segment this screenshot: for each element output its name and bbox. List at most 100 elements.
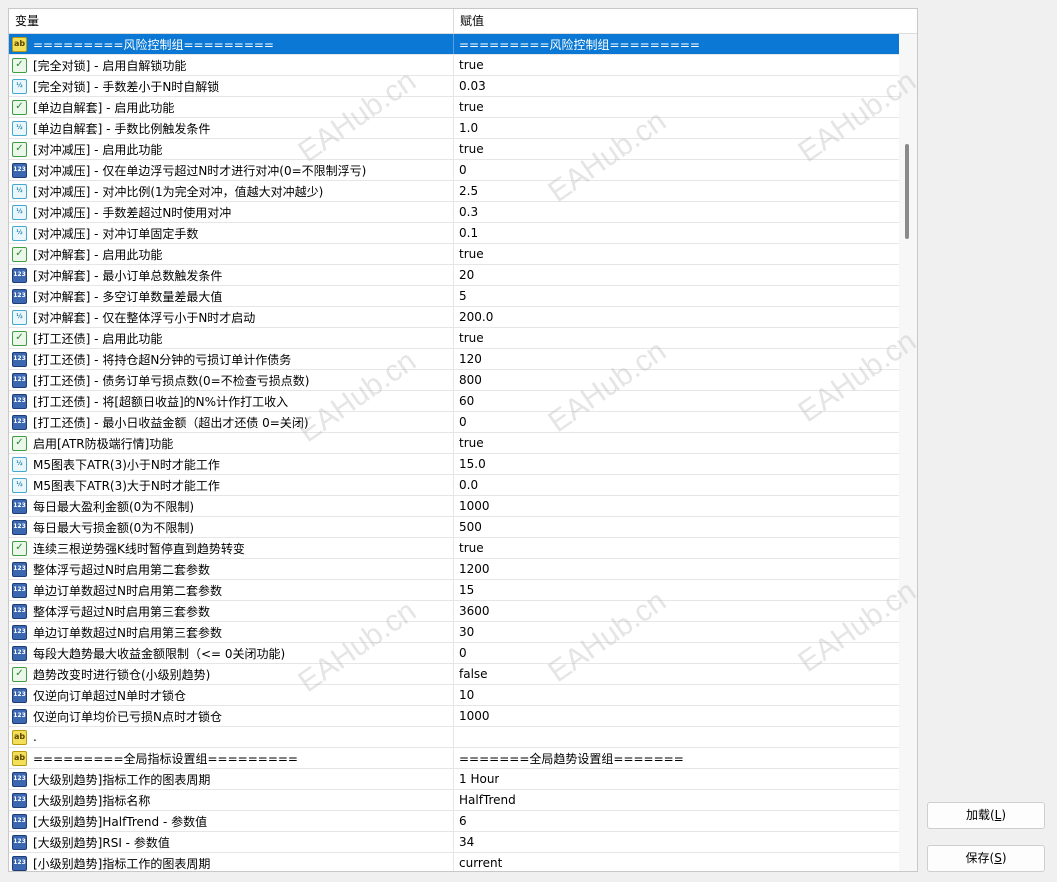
value-cell[interactable]: 1.0	[454, 118, 478, 138]
value-cell[interactable]: 120	[454, 349, 482, 369]
column-header-value[interactable]: 赋值	[454, 9, 899, 33]
value-cell[interactable]: true	[454, 244, 484, 264]
value-cell[interactable]: 1 Hour	[454, 769, 499, 789]
table-row[interactable]: ✓ 趋势改变时进行锁仓(小级别趋势) false	[9, 664, 900, 685]
save-button[interactable]: 保存(S)	[927, 845, 1045, 872]
variable-cell[interactable]: 123 整体浮亏超过N时启用第二套参数	[9, 559, 454, 579]
variable-cell[interactable]: ½ M5图表下ATR(3)小于N时才能工作	[9, 454, 454, 474]
table-row[interactable]: ✓ [对冲减压] - 启用此功能 true	[9, 139, 900, 160]
variable-cell[interactable]: ✓ [单边自解套] - 启用此功能	[9, 97, 454, 117]
table-row[interactable]: ab =========全局指标设置组========= =======全局趋势设置…	[9, 748, 900, 769]
value-cell[interactable]: 1000	[454, 706, 490, 726]
table-row[interactable]: 123 [小级别趋势]指标工作的图表周期 current	[9, 853, 900, 871]
value-cell[interactable]: HalfTrend	[454, 790, 516, 810]
table-row[interactable]: 123 [对冲解套] - 最小订单总数触发条件 20	[9, 265, 900, 286]
value-cell[interactable]: 60	[454, 391, 474, 411]
load-button[interactable]: 加载(L)	[927, 802, 1045, 829]
variable-cell[interactable]: ✓ [对冲减压] - 启用此功能	[9, 139, 454, 159]
value-cell[interactable]: 800	[454, 370, 482, 390]
table-row[interactable]: ½ [单边自解套] - 手数比例触发条件 1.0	[9, 118, 900, 139]
table-row[interactable]: ½ [完全对锁] - 手数差小于N时自解锁 0.03	[9, 76, 900, 97]
value-cell[interactable]: true	[454, 538, 484, 558]
value-cell[interactable]: 10	[454, 685, 474, 705]
table-row[interactable]: 123 [对冲减压] - 仅在单边浮亏超过N时才进行对冲(0=不限制浮亏) 0	[9, 160, 900, 181]
variable-cell[interactable]: 123 单边订单数超过N时启用第三套参数	[9, 622, 454, 642]
table-row[interactable]: ½ [对冲减压] - 手数差超过N时使用对冲 0.3	[9, 202, 900, 223]
variable-cell[interactable]: ½ [完全对锁] - 手数差小于N时自解锁	[9, 76, 454, 96]
table-row[interactable]: 123 每日最大盈利金额(0为不限制) 1000	[9, 496, 900, 517]
variable-cell[interactable]: ✓ [完全对锁] - 启用自解锁功能	[9, 55, 454, 75]
table-row[interactable]: ✓ [打工还债] - 启用此功能 true	[9, 328, 900, 349]
table-row[interactable]: 123 [打工还债] - 将持仓超N分钟的亏损订单计作债务 120	[9, 349, 900, 370]
table-row[interactable]: 123 整体浮亏超过N时启用第三套参数 3600	[9, 601, 900, 622]
value-cell[interactable]: 3600	[454, 601, 490, 621]
value-cell[interactable]: 30	[454, 622, 474, 642]
table-row[interactable]: 123 仅逆向订单超过N单时才锁仓 10	[9, 685, 900, 706]
value-cell[interactable]: 15.0	[454, 454, 486, 474]
value-cell[interactable]: 0	[454, 412, 467, 432]
value-cell[interactable]: current	[454, 853, 502, 871]
variable-cell[interactable]: ✓ [打工还债] - 启用此功能	[9, 328, 454, 348]
variable-cell[interactable]: 123 每段大趋势最大收益金额限制（<= 0关闭功能)	[9, 643, 454, 663]
value-cell[interactable]: 200.0	[454, 307, 493, 327]
variable-cell[interactable]: ½ [对冲减压] - 对冲比例(1为完全对冲，值越大对冲越少)	[9, 181, 454, 201]
variable-cell[interactable]: ab =========风险控制组=========	[9, 34, 454, 54]
table-row[interactable]: ½ [对冲减压] - 对冲订单固定手数 0.1	[9, 223, 900, 244]
column-header-variable[interactable]: 变量	[9, 9, 454, 33]
table-row[interactable]: 123 仅逆向订单均价已亏损N点时才锁仓 1000	[9, 706, 900, 727]
table-row[interactable]: 123 每段大趋势最大收益金额限制（<= 0关闭功能) 0	[9, 643, 900, 664]
variable-cell[interactable]: 123 仅逆向订单均价已亏损N点时才锁仓	[9, 706, 454, 726]
table-row[interactable]: 123 [打工还债] - 将[超额日收益]的N%计作打工收入 60	[9, 391, 900, 412]
value-cell[interactable]: 0.1	[454, 223, 478, 243]
variable-cell[interactable]: 123 [对冲减压] - 仅在单边浮亏超过N时才进行对冲(0=不限制浮亏)	[9, 160, 454, 180]
table-row[interactable]: 123 [大级别趋势]指标名称 HalfTrend	[9, 790, 900, 811]
table-row[interactable]: 123 [对冲解套] - 多空订单数量差最大值 5	[9, 286, 900, 307]
variable-cell[interactable]: ab.	[9, 727, 454, 747]
variable-cell[interactable]: 123 [大级别趋势]指标工作的图表周期	[9, 769, 454, 789]
table-row[interactable]: 123 单边订单数超过N时启用第三套参数 30	[9, 622, 900, 643]
variable-cell[interactable]: 123 [小级别趋势]指标工作的图表周期	[9, 853, 454, 871]
variable-cell[interactable]: 123 仅逆向订单超过N单时才锁仓	[9, 685, 454, 705]
table-row[interactable]: ✓ 连续三根逆势强K线时暂停直到趋势转变 true	[9, 538, 900, 559]
variable-cell[interactable]: ✓ 连续三根逆势强K线时暂停直到趋势转变	[9, 538, 454, 558]
variable-cell[interactable]: 123 每日最大盈利金额(0为不限制)	[9, 496, 454, 516]
variable-cell[interactable]: 123 [大级别趋势]RSI - 参数值	[9, 832, 454, 852]
variable-cell[interactable]: 123 [大级别趋势]指标名称	[9, 790, 454, 810]
table-row[interactable]: ab =========风险控制组========= =========风险控制组=…	[9, 34, 900, 55]
vertical-scrollbar[interactable]	[899, 34, 917, 871]
value-cell[interactable]: 15	[454, 580, 474, 600]
table-row[interactable]: 123 [大级别趋势]RSI - 参数值 34	[9, 832, 900, 853]
variable-cell[interactable]: 123 单边订单数超过N时启用第二套参数	[9, 580, 454, 600]
table-row[interactable]: ✓ 启用[ATR防极端行情]功能 true	[9, 433, 900, 454]
table-row[interactable]: ½ [对冲减压] - 对冲比例(1为完全对冲，值越大对冲越少) 2.5	[9, 181, 900, 202]
value-cell[interactable]: 5	[454, 286, 467, 306]
scrollbar-thumb[interactable]	[905, 144, 909, 239]
table-row[interactable]: 123 整体浮亏超过N时启用第二套参数 1200	[9, 559, 900, 580]
value-cell[interactable]: 500	[454, 517, 482, 537]
value-cell[interactable]: 6	[454, 811, 467, 831]
value-cell[interactable]: 0	[454, 160, 467, 180]
table-row[interactable]: ✓ [单边自解套] - 启用此功能 true	[9, 97, 900, 118]
table-row[interactable]: ab.	[9, 727, 900, 748]
variable-cell[interactable]: ✓ 启用[ATR防极端行情]功能	[9, 433, 454, 453]
variable-cell[interactable]: 123 [打工还债] - 将[超额日收益]的N%计作打工收入	[9, 391, 454, 411]
variable-cell[interactable]: 123 每日最大亏损金额(0为不限制)	[9, 517, 454, 537]
table-row[interactable]: 123 [打工还债] - 债务订单亏损点数(0=不检查亏损点数) 800	[9, 370, 900, 391]
value-cell[interactable]: =========风险控制组=========	[454, 34, 700, 54]
variable-cell[interactable]: ½ M5图表下ATR(3)大于N时才能工作	[9, 475, 454, 495]
value-cell[interactable]	[454, 727, 459, 747]
variable-cell[interactable]: ✓ 趋势改变时进行锁仓(小级别趋势)	[9, 664, 454, 684]
variable-cell[interactable]: 123 [打工还债] - 最小日收益金额（超出才还债 0=关闭)	[9, 412, 454, 432]
value-cell[interactable]: 0.0	[454, 475, 478, 495]
value-cell[interactable]: 1200	[454, 559, 490, 579]
table-row[interactable]: ✓ [完全对锁] - 启用自解锁功能 true	[9, 55, 900, 76]
value-cell[interactable]: 20	[454, 265, 474, 285]
variable-cell[interactable]: 123 [对冲解套] - 多空订单数量差最大值	[9, 286, 454, 306]
variable-cell[interactable]: ½ [对冲减压] - 手数差超过N时使用对冲	[9, 202, 454, 222]
variable-cell[interactable]: 123 [打工还债] - 将持仓超N分钟的亏损订单计作债务	[9, 349, 454, 369]
value-cell[interactable]: true	[454, 55, 484, 75]
variable-cell[interactable]: ½ [对冲减压] - 对冲订单固定手数	[9, 223, 454, 243]
table-row[interactable]: ½ M5图表下ATR(3)小于N时才能工作 15.0	[9, 454, 900, 475]
value-cell[interactable]: true	[454, 97, 484, 117]
value-cell[interactable]: true	[454, 139, 484, 159]
